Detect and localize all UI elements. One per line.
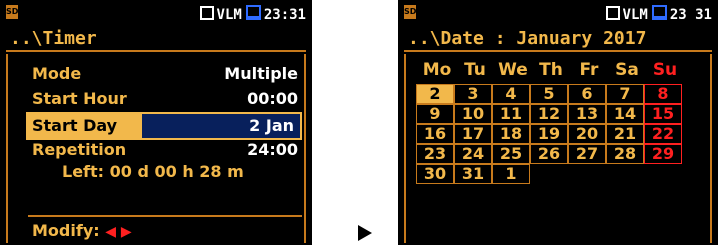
timer-screen: SD VLM 23:31 ..\Timer Mode Multiple Start…	[0, 0, 312, 245]
screen-title: ..\Date : January 2017	[404, 26, 712, 52]
sd-card-icon: SD	[404, 5, 416, 19]
calendar-day[interactable]: 2	[416, 84, 454, 104]
calendar-day[interactable]: 15	[644, 104, 682, 124]
row-label: Start Hour	[32, 89, 127, 108]
status-time: 23 31	[669, 7, 712, 23]
calendar-day[interactable]: 5	[530, 84, 568, 104]
calendar-day[interactable]: 29	[644, 144, 682, 164]
left-right-arrows-icon: ◀ ▶	[105, 224, 132, 240]
status-mode: VLM	[216, 7, 242, 23]
calendar-day[interactable]: 9	[416, 104, 454, 124]
sd-card-icon: SD	[6, 5, 18, 19]
weekday-label: Su	[652, 60, 678, 80]
frame-edge	[710, 54, 712, 243]
modify-label: Modify:	[32, 221, 100, 240]
calendar-day[interactable]: 26	[530, 144, 568, 164]
row-value: 24:00	[247, 140, 298, 159]
arrow-right-icon	[358, 225, 372, 241]
row-label: Mode	[32, 64, 82, 83]
time-left-info: Left: 00 d 00 h 28 m	[62, 162, 244, 181]
weekday-label: Tu	[464, 60, 486, 80]
date-screen: SD VLM 23 31 ..\Date : January 2017 Mo Tu W…	[398, 0, 718, 245]
calendar-day[interactable]: 1	[492, 164, 530, 184]
row-value: 00:00	[247, 89, 298, 108]
frame-edge	[6, 54, 8, 243]
calendar-day[interactable]: 30	[416, 164, 454, 184]
calendar-day[interactable]: 22	[644, 124, 682, 144]
calendar-day[interactable]: 11	[492, 104, 530, 124]
calendar-day[interactable]: 4	[492, 84, 530, 104]
weekday-label: Fr	[579, 60, 599, 80]
weekday-label: Mo	[422, 60, 452, 80]
calendar-day[interactable]: 12	[530, 104, 568, 124]
weekday-label: Th	[539, 60, 563, 80]
row-value: Multiple	[224, 64, 298, 83]
calendar-day[interactable]: 19	[530, 124, 568, 144]
calendar-day[interactable]: 18	[492, 124, 530, 144]
calendar-day[interactable]: 3	[454, 84, 492, 104]
calendar-day[interactable]: 23	[416, 144, 454, 164]
status-bar: SD VLM 23 31	[400, 2, 716, 24]
computer-icon	[245, 5, 261, 20]
screen-title: ..\Timer	[6, 26, 306, 52]
calendar-day[interactable]: 24	[454, 144, 492, 164]
calendar-day[interactable]: 27	[568, 144, 606, 164]
row-mode[interactable]: Mode Multiple	[28, 62, 302, 86]
frame-edge	[304, 54, 306, 243]
frame-edge	[404, 54, 406, 243]
row-label: Repetition	[32, 140, 127, 159]
computer-icon	[651, 5, 667, 20]
mode-square-icon	[605, 6, 620, 20]
weekday-label: Sa	[615, 60, 639, 80]
row-label: Start Day	[32, 116, 118, 135]
row-repetition[interactable]: Repetition 24:00	[28, 138, 302, 162]
calendar-day[interactable]: 28	[606, 144, 644, 164]
status-time: 23:31	[263, 7, 306, 23]
calendar-day[interactable]: 16	[416, 124, 454, 144]
row-value: 2 Jan	[142, 114, 300, 138]
row-start-day[interactable]: Start Day 2 Jan	[26, 112, 302, 140]
calendar-day[interactable]: 31	[454, 164, 492, 184]
calendar-day[interactable]: 6	[568, 84, 606, 104]
calendar-day[interactable]: 14	[606, 104, 644, 124]
calendar-day[interactable]: 21	[606, 124, 644, 144]
divider	[28, 215, 302, 217]
status-mode: VLM	[622, 7, 648, 23]
calendar-day[interactable]: 7	[606, 84, 644, 104]
calendar-day[interactable]: 13	[568, 104, 606, 124]
modify-hint: Modify: ◀ ▶	[32, 221, 132, 240]
weekday-header: Mo Tu We Th Fr Sa Su	[422, 60, 712, 82]
calendar-day[interactable]: 10	[454, 104, 492, 124]
calendar-day[interactable]: 25	[492, 144, 530, 164]
status-bar: SD VLM 23:31	[2, 2, 310, 24]
weekday-label: We	[498, 60, 528, 80]
calendar-day[interactable]: 20	[568, 124, 606, 144]
calendar-day[interactable]: 17	[454, 124, 492, 144]
mode-square-icon	[199, 6, 214, 20]
calendar-day[interactable]: 8	[644, 84, 682, 104]
row-start-hour[interactable]: Start Hour 00:00	[28, 87, 302, 111]
